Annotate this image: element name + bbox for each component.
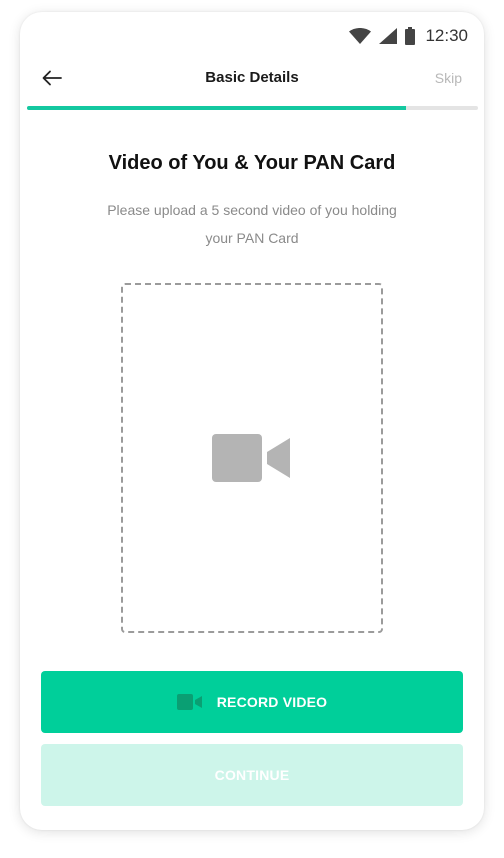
cellular-signal-icon	[379, 28, 398, 44]
wifi-icon	[349, 28, 372, 44]
video-camera-icon	[212, 434, 290, 482]
instruction-line-2: your PAN Card	[205, 230, 299, 246]
instruction-text: Please upload a 5 second video of you ho…	[90, 196, 414, 252]
page-title: Basic Details	[205, 69, 299, 86]
continue-button[interactable]: CONTINUE	[41, 744, 463, 806]
record-video-button[interactable]: RECORD VIDEO	[41, 671, 463, 733]
progress-fill	[27, 106, 406, 110]
phone-screen: 12:30 Basic Details Skip Video of You & …	[20, 12, 484, 830]
status-bar: 12:30	[349, 24, 468, 48]
instruction-line-1: Please upload a 5 second video of you ho…	[107, 202, 397, 218]
progress-bar	[27, 106, 478, 110]
battery-icon	[405, 27, 416, 45]
continue-label: CONTINUE	[214, 767, 290, 783]
video-upload-area[interactable]	[121, 283, 383, 633]
status-time: 12:30	[425, 26, 468, 45]
app-bar: Basic Details Skip	[20, 62, 484, 96]
section-heading: Video of You & Your PAN Card	[108, 152, 396, 174]
video-camera-icon	[176, 694, 202, 710]
skip-link[interactable]: Skip	[435, 70, 462, 86]
record-video-label: RECORD VIDEO	[216, 694, 328, 710]
